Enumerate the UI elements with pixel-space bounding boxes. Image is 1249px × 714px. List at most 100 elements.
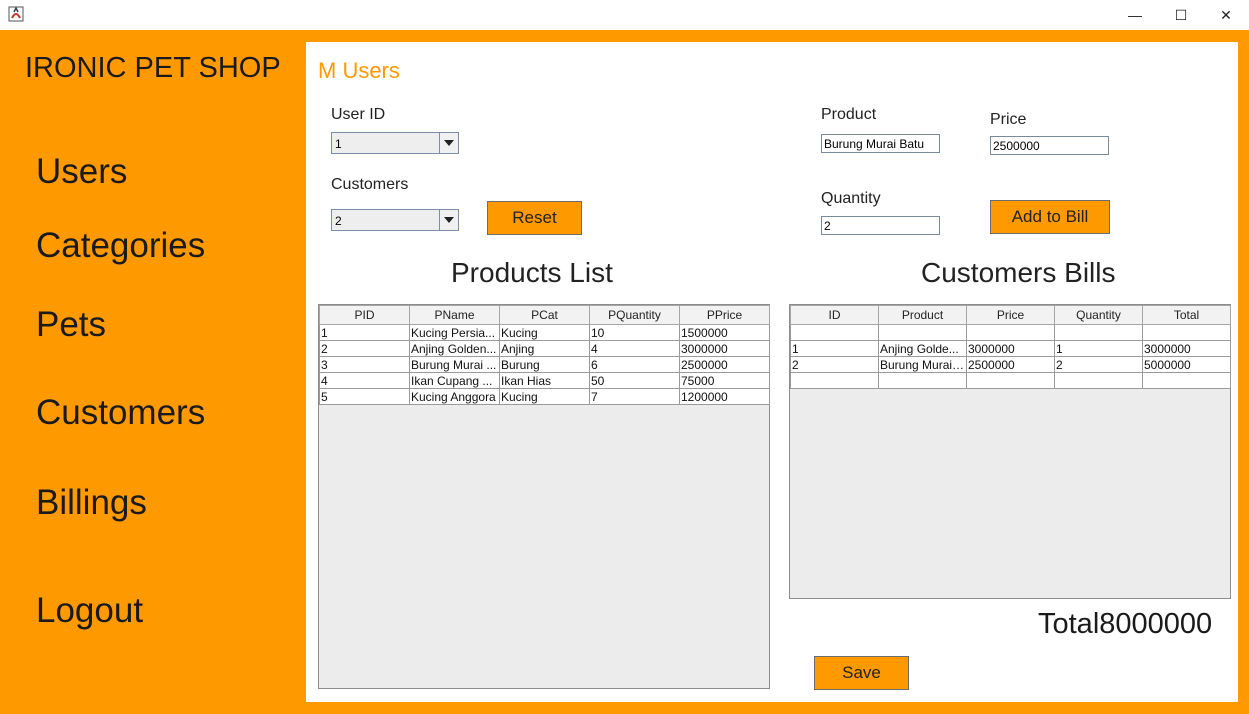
table-cell[interactable]: 5 — [319, 388, 410, 405]
sidebar-item-billings[interactable]: Billings — [36, 483, 147, 523]
products-grid: PID PName PCat PQuantity PPrice 1 Kucing Pers… — [319, 305, 770, 405]
table-cell[interactable]: 50 — [589, 372, 680, 389]
table-cell[interactable]: Anjing — [499, 340, 590, 357]
table-cell[interactable] — [790, 372, 879, 389]
table-cell[interactable] — [966, 324, 1055, 341]
price-label: Price — [990, 111, 1027, 128]
table-cell[interactable]: 6 — [589, 356, 680, 373]
table-row[interactable]: 4 Ikan Cupang ... Ikan Hias 50 75000 — [319, 372, 770, 389]
user-id-label: User ID — [331, 106, 386, 123]
product-label: Product — [821, 106, 877, 123]
table-cell[interactable]: 2 — [790, 356, 879, 373]
table-cell[interactable]: Ikan Cupang ... — [409, 372, 500, 389]
bills-header-row: ID Product Price Quantity Total — [790, 305, 1231, 325]
table-cell[interactable] — [878, 372, 967, 389]
java-app-icon — [8, 6, 24, 22]
table-cell[interactable]: 4 — [589, 340, 680, 357]
table-cell[interactable] — [790, 324, 879, 341]
table-row[interactable] — [790, 372, 1231, 389]
table-cell[interactable] — [1054, 324, 1143, 341]
customers-select[interactable]: 2 — [331, 209, 459, 231]
table-cell[interactable]: Anjing Golden... — [409, 340, 500, 357]
total-amount: Total8000000 — [1038, 608, 1213, 640]
bills-column-header[interactable]: ID — [790, 305, 879, 325]
bills-column-header[interactable]: Total — [1142, 305, 1231, 325]
table-row[interactable] — [790, 324, 1231, 341]
table-cell[interactable]: 1 — [790, 340, 879, 357]
table-cell[interactable]: Ikan Hias — [499, 372, 590, 389]
table-cell[interactable]: Anjing Golde... — [878, 340, 967, 357]
page-title: M Users — [318, 58, 400, 83]
table-cell[interactable]: Kucing — [499, 388, 590, 405]
table-row[interactable]: 5 Kucing Anggora Kucing 7 1200000 — [319, 388, 770, 405]
table-cell[interactable]: 2 — [319, 340, 410, 357]
table-cell[interactable]: Burung Murai ... — [878, 356, 967, 373]
bills-column-header[interactable]: Price — [966, 305, 1055, 325]
table-cell[interactable]: 4 — [319, 372, 410, 389]
chevron-down-icon[interactable] — [439, 210, 458, 230]
user-id-select[interactable]: 1 — [331, 132, 459, 154]
brand-title: IRONIC PET SHOP — [25, 52, 281, 84]
chevron-down-icon[interactable] — [439, 133, 458, 153]
add-to-bill-button[interactable]: Add to Bill — [990, 200, 1110, 234]
reset-button[interactable]: Reset — [487, 201, 582, 235]
products-column-header[interactable]: PQuantity — [589, 305, 680, 325]
title-bar: — ☐ ✕ — [0, 0, 1249, 30]
table-row[interactable]: 1 Anjing Golde... 3000000 1 3000000 — [790, 340, 1231, 357]
sidebar-item-pets[interactable]: Pets — [36, 305, 106, 345]
table-cell[interactable]: Kucing Anggora — [409, 388, 500, 405]
products-list-heading: Products List — [451, 257, 613, 288]
table-cell[interactable]: 10 — [589, 324, 680, 341]
sidebar-item-logout[interactable]: Logout — [36, 591, 143, 631]
products-header-row: PID PName PCat PQuantity PPrice — [319, 305, 770, 325]
table-cell[interactable]: 75000 — [679, 372, 770, 389]
table-row[interactable]: 2 Anjing Golden... Anjing 4 3000000 — [319, 340, 770, 357]
table-cell[interactable] — [1142, 324, 1231, 341]
products-body: 1 Kucing Persia... Kucing 10 1500000 2 Anjing … — [319, 324, 770, 405]
table-cell[interactable]: 2500000 — [966, 356, 1055, 373]
close-button[interactable]: ✕ — [1203, 0, 1249, 30]
table-cell[interactable]: Kucing Persia... — [409, 324, 500, 341]
maximize-button[interactable]: ☐ — [1158, 0, 1204, 30]
table-cell[interactable]: 3000000 — [679, 340, 770, 357]
products-column-header[interactable]: PName — [409, 305, 500, 325]
table-cell[interactable]: 7 — [589, 388, 680, 405]
sidebar-item-users[interactable]: Users — [36, 152, 127, 192]
table-cell[interactable] — [878, 324, 967, 341]
products-column-header[interactable]: PCat — [499, 305, 590, 325]
table-cell[interactable]: 5000000 — [1142, 356, 1231, 373]
table-cell[interactable] — [1054, 372, 1143, 389]
product-field[interactable]: Burung Murai Batu — [821, 134, 940, 153]
table-cell[interactable]: 1500000 — [679, 324, 770, 341]
user-id-value: 1 — [335, 137, 342, 151]
table-cell[interactable]: 1 — [319, 324, 410, 341]
sidebar-item-categories[interactable]: Categories — [36, 226, 205, 266]
table-cell[interactable]: 3000000 — [966, 340, 1055, 357]
table-cell[interactable]: Kucing — [499, 324, 590, 341]
table-cell[interactable]: 3000000 — [1142, 340, 1231, 357]
bills-body: 1 Anjing Golde... 3000000 1 3000000 2 Burung M… — [790, 324, 1231, 389]
sidebar-item-customers[interactable]: Customers — [36, 393, 205, 433]
table-cell[interactable]: Burung — [499, 356, 590, 373]
table-cell[interactable] — [966, 372, 1055, 389]
bills-table[interactable]: ID Product Price Quantity Total 1 Anjing Gold… — [789, 304, 1231, 599]
table-cell[interactable]: 1200000 — [679, 388, 770, 405]
table-cell[interactable] — [1142, 372, 1231, 389]
table-cell[interactable]: 3 — [319, 356, 410, 373]
table-row[interactable]: 2 Burung Murai ... 2500000 2 5000000 — [790, 356, 1231, 373]
products-column-header[interactable]: PID — [319, 305, 410, 325]
quantity-field[interactable]: 2 — [821, 216, 940, 235]
table-cell[interactable]: 1 — [1054, 340, 1143, 357]
table-row[interactable]: 1 Kucing Persia... Kucing 10 1500000 — [319, 324, 770, 341]
products-column-header[interactable]: PPrice — [679, 305, 770, 325]
products-table[interactable]: PID PName PCat PQuantity PPrice 1 Kucing Pers… — [318, 304, 770, 689]
bills-column-header[interactable]: Product — [878, 305, 967, 325]
table-cell[interactable]: Burung Murai ... — [409, 356, 500, 373]
bills-column-header[interactable]: Quantity — [1054, 305, 1143, 325]
price-field[interactable]: 2500000 — [990, 136, 1109, 155]
save-button[interactable]: Save — [814, 656, 909, 690]
table-cell[interactable]: 2 — [1054, 356, 1143, 373]
minimize-button[interactable]: — — [1112, 0, 1158, 30]
table-row[interactable]: 3 Burung Murai ... Burung 6 2500000 — [319, 356, 770, 373]
table-cell[interactable]: 2500000 — [679, 356, 770, 373]
